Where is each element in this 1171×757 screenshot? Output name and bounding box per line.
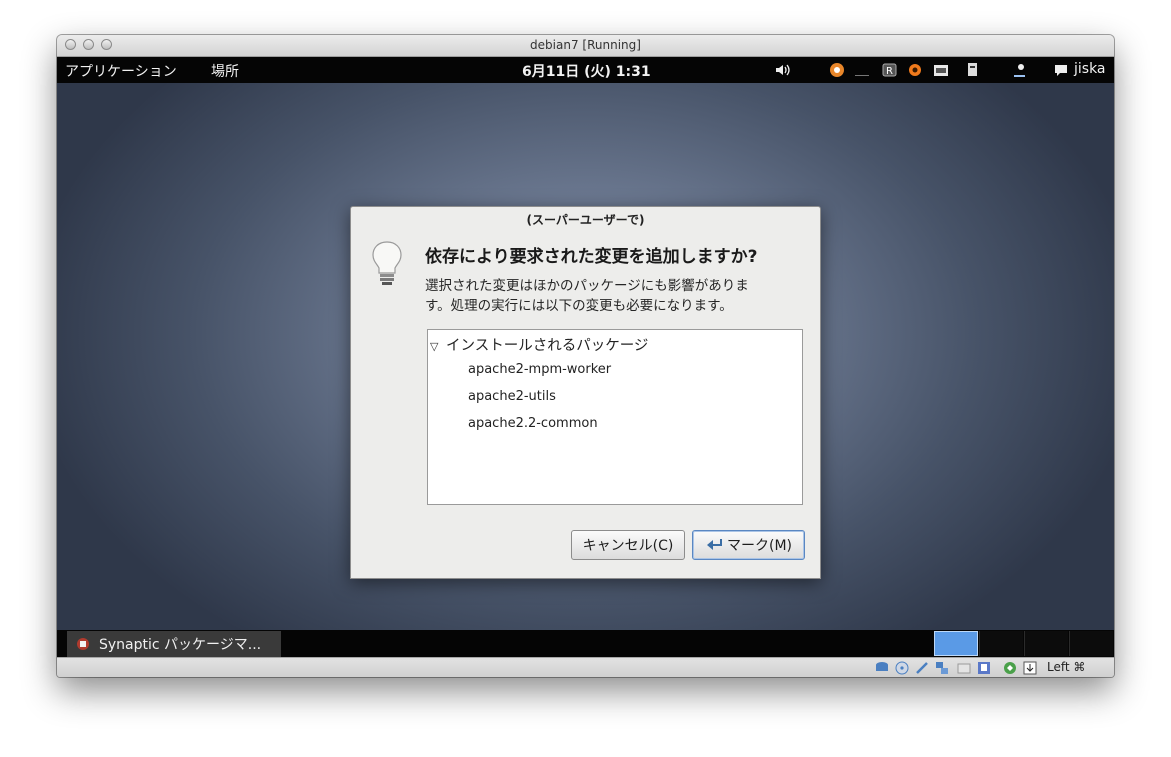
tree-group-label: インストールされるパッケージ [446,338,649,354]
workspace-4[interactable] [1069,631,1113,656]
dialog-message-line-1: 選択された変更はほかのパッケージにも影響がありま [425,278,749,294]
svg-text:R: R [886,66,893,77]
applications-menu[interactable]: アプリケーション [65,61,177,81]
return-icon [706,539,722,550]
add-dependencies-dialog: (スーパーユーザーで) 依存により要求された変更を追加しますか? 選択された変更… [350,206,821,579]
tray-placeholder-icon [855,75,869,76]
hard-disk-icon[interactable] [875,661,889,675]
guest-desktop: アプリケーション 場所 6月11日 (火) 1:31 R jiska (スーパー… [57,57,1114,657]
clock[interactable]: 6月11日 (火) 1:31 [522,61,651,81]
synaptic-icon [77,638,89,650]
taskbar-item-label: Synaptic パッケージマ... [99,637,262,653]
expander-arrow-icon[interactable]: ▽ [430,340,446,353]
list-item[interactable]: apache2.2-common [468,416,598,431]
list-item[interactable]: apache2-mpm-worker [468,362,611,377]
cancel-button[interactable]: キャンセル(C) [571,530,685,560]
dialog-message-line-2: す。処理の実行には以下の変更も必要になります。 [425,298,733,314]
dialog-heading: 依存により要求された変更を追加しますか? [425,247,758,267]
keyboard-icon[interactable] [933,62,949,78]
volume-icon[interactable] [775,62,791,78]
window-title: debian7 [Running] [530,38,641,52]
gnome-top-panel: アプリケーション 場所 6月11日 (火) 1:31 R jiska [57,57,1114,83]
lightbulb-icon [372,241,402,285]
gnome-bottom-panel: Synaptic パッケージマ... [57,630,1114,657]
input-method-icon[interactable] [829,62,845,78]
places-menu[interactable]: 場所 [211,61,239,81]
dialog-title: (スーパーユーザーで) [526,213,645,227]
chat-bubble-icon[interactable] [1053,62,1069,78]
tree-group-header[interactable]: ▽ インストールされるパッケージ [430,334,648,355]
virtualbox-window: debian7 [Running] アプリケーション 場所 6月11日 (火) … [57,35,1114,677]
mark-button-label: マーク(M) [726,538,792,554]
r-icon[interactable]: R [882,62,898,78]
package-tree-view[interactable]: ▽ インストールされるパッケージ apache2-mpm-worker apach… [427,329,803,505]
mouse-integration-icon[interactable] [1023,661,1037,675]
virtualbox-status-bar: Left ⌘ [57,657,1114,677]
workspace-1[interactable] [934,631,978,656]
window-titlebar: debian7 [Running] [57,35,1114,57]
host-key-label: Left ⌘ [1047,660,1086,674]
optical-drive-icon[interactable] [895,661,909,675]
taskbar-item-synaptic[interactable]: Synaptic パッケージマ... [67,631,281,657]
network-icon[interactable] [965,62,981,78]
settings-gear-icon[interactable] [907,62,923,78]
workspace-3[interactable] [1024,631,1068,656]
user-switch-icon[interactable] [1011,62,1027,78]
video-capture-icon[interactable] [977,661,991,675]
usb-icon[interactable] [915,661,929,675]
user-name[interactable]: jiska [1074,61,1106,77]
shared-folder-icon[interactable] [957,661,971,675]
cancel-button-label: キャンセル(C) [582,538,674,554]
virtualization-icon[interactable] [1003,661,1017,675]
mark-button[interactable]: マーク(M) [692,530,805,560]
network-adapter-icon[interactable] [935,661,949,675]
dialog-message: 選択された変更はほかのパッケージにも影響がありま す。処理の実行には以下の変更も… [425,276,795,316]
list-item[interactable]: apache2-utils [468,389,556,404]
workspace-2[interactable] [979,631,1023,656]
